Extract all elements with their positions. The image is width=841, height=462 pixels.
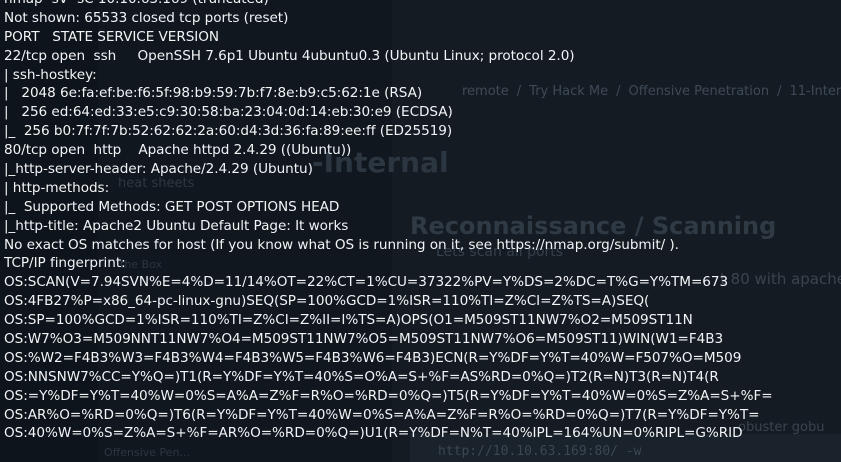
terminal-line: TCP/IP fingerprint:: [4, 255, 126, 272]
terminal-line: |_ Supported Methods: GET POST OPTIONS H…: [4, 198, 340, 215]
terminal-line: |_http-server-header: Apache/2.4.29 (Ubu…: [4, 161, 313, 178]
terminal-line: OS:4FB27%P=x86_64-pc-linux-gnu)SEQ(SP=10…: [4, 293, 650, 310]
terminal-line: OS:SCAN(V=7.94SVN%E=4%D=11/14%OT=22%CT=1…: [4, 274, 729, 291]
terminal-line: 22/tcp open ssh OpenSSH 7.6p1 Ubuntu 4ub…: [4, 47, 575, 64]
background-code-url: http://10.10.63.169:80/ -w: [438, 444, 642, 459]
terminal-line: | http-methods:: [4, 179, 110, 196]
terminal-line: | 256 ed:64:ed:33:e5:c9:30:58:ba:23:04:0…: [4, 104, 453, 121]
terminal-line: OS:W7%O3=M509NNT11NW7%O4=M509ST11NW7%O5=…: [4, 331, 724, 348]
background-sidebar-item: Offensive Pen...: [104, 446, 191, 459]
terminal-line: No exact OS matches for host (If you kno…: [4, 236, 679, 253]
terminal-line: | 2048 6e:fa:ef:be:f6:5f:98:b9:59:7b:f7:…: [4, 85, 423, 102]
terminal-line: OS:40%W=0%S=Z%A=S+%F=AR%O=%RD=0%Q=)U1(R=…: [4, 425, 743, 442]
terminal-line: Not shown: 65533 closed tcp ports (reset…: [4, 9, 289, 26]
terminal-output[interactable]: nmap -sV -sC 10.10.63.169 (truncated) No…: [0, 0, 841, 443]
terminal-line: OS:=Y%DF=Y%T=40%W=0%S=A%A=Z%F=R%O=%RD=0%…: [4, 387, 773, 404]
terminal-line: OS:SP=100%GCD=1%ISR=110%TI=Z%CI=Z%II=I%T…: [4, 312, 693, 329]
terminal-line: nmap -sV -sC 10.10.63.169 (truncated): [4, 0, 841, 9]
terminal-line: OS:%W2=F4B3%W3=F4B3%W4=F4B3%W5=F4B3%W6=F…: [4, 349, 742, 366]
terminal-line: |_http-title: Apache2 Ubuntu Default Pag…: [4, 217, 349, 234]
terminal-line: |_ 256 b0:7f:7f:7b:52:62:62:2a:60:d4:3d:…: [4, 123, 453, 140]
terminal-line: 80/tcp open http Apache httpd 2.4.29 ((U…: [4, 142, 352, 159]
terminal-line: OS:AR%O=%RD=0%Q=)T6(R=Y%DF=Y%T=40%W=0%S=…: [4, 406, 760, 423]
desktop-screen: remote / Try Hack Me / Offensive Penetration…: [0, 0, 841, 462]
terminal-line: | ssh-hostkey:: [4, 66, 97, 83]
terminal-line: PORT STATE SERVICE VERSION: [4, 28, 220, 45]
terminal-line: OS:NNSNW7%CC=Y%Q=)T1(R=Y%DF=Y%T=40%S=O%A…: [4, 368, 719, 385]
